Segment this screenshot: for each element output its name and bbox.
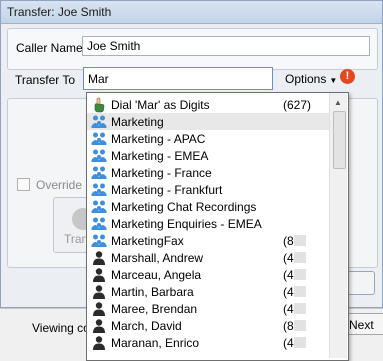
extension-text: (4 [283,302,294,316]
suggestion-extension: (4 [283,268,306,282]
suggestion-extension: (8 [283,234,306,248]
group-icon [91,165,107,181]
suggestion-name: Marketing - EMEA [111,149,209,163]
override-option[interactable]: Override [17,178,82,192]
redacted-digits [293,252,306,263]
suggestion-name: Martin, Barbara [111,285,194,299]
hand-pointer-icon [91,97,107,113]
suggestion-item[interactable]: Marketing - APAC [87,130,329,147]
group-icon [91,182,107,198]
suggestion-name: Marketing - Frankfurt [111,183,223,197]
transfer-button-label: Tran [64,232,89,246]
extension-text: (4 [283,285,294,299]
suggestion-extension: (8 [283,319,306,333]
caller-name-label: Caller Name [16,41,83,55]
suggestion-extension: (4 [283,336,306,350]
person-icon [91,250,107,266]
suggestion-name: Marshall, Andrew [111,251,204,265]
group-icon [91,148,107,164]
transfer-to-input[interactable] [83,67,273,90]
suggestion-name: Marketing - France [111,166,212,180]
suggestion-item[interactable]: Dial 'Mar' as Digits (627) [87,96,329,113]
suggestion-item[interactable]: Marketing Chat Recordings [87,198,329,215]
suggestion-name: Maree, Brendan [111,302,198,316]
scroll-thumb[interactable] [333,111,346,169]
suggestion-item[interactable]: Marketing Enquiries - EMEA [87,215,329,232]
suggestion-item[interactable]: Marketing - France [87,164,329,181]
person-icon [91,267,107,283]
redacted-digits [293,303,306,314]
suggestion-item[interactable]: Marceau, Angela (4 [87,266,329,283]
next-button[interactable]: Next [344,313,383,335]
suggestion-item[interactable]: Maranan, Enrico (4 [87,334,329,351]
person-icon [91,318,107,334]
options-label: Options [285,72,327,86]
suggestion-item[interactable]: Marketing [87,113,329,130]
suggestion-extension: (4 [283,251,306,265]
person-icon [91,284,107,300]
suggestion-item[interactable]: Martin, Barbara (4 [87,283,329,300]
group-icon [91,131,107,147]
suggestion-item[interactable]: March, David (8 [87,317,329,334]
window-title: Transfer: Joe Smith [7,5,112,19]
redacted-digits [293,286,306,297]
suggestion-item[interactable]: Marketing - EMEA [87,147,329,164]
caret-down-icon: ▼ [329,76,338,85]
suggestion-item[interactable]: Marketing - Frankfurt [87,181,329,198]
suggestion-extension: (4 [283,285,306,299]
person-icon [91,335,107,351]
suggestion-name: Marketing [111,115,164,129]
override-checkbox[interactable] [17,178,30,191]
redacted-digits [293,269,306,280]
caller-name-field[interactable] [82,36,370,56]
group-icon [91,233,107,249]
extension-text: (8 [283,319,294,333]
group-icon [91,199,107,215]
caller-panel: Caller Name [7,28,378,70]
extension-text: (4 [283,268,294,282]
suggestion-item[interactable]: MarketingFax (8 [87,232,329,249]
suggestion-extension: (4 [283,302,306,316]
redacted-digits [293,320,306,331]
title-bar: Transfer: Joe Smith [1,1,382,24]
extension-text: (4 [283,251,294,265]
suggestion-name: Marceau, Angela [111,268,202,282]
warning-icon[interactable]: ! [340,69,355,84]
redacted-digits [293,235,306,246]
transfer-suggestions-dropdown: Dial 'Mar' as Digits (627) Marketing Market… [86,92,349,361]
person-icon [91,301,107,317]
suggestion-name: Marketing - APAC [111,132,206,146]
override-label: Override [36,178,83,192]
group-icon [91,216,107,232]
suggestion-extension: (627) [283,98,311,112]
suggestion-name: Dial 'Mar' as Digits [111,98,210,112]
redacted-digits [293,337,306,348]
dialog-button[interactable] [345,271,375,295]
extension-text: (4 [283,336,294,350]
options-menu-button[interactable]: Options ▼ [285,72,337,86]
scroll-up-arrow-icon[interactable]: ▲ [334,98,342,107]
dropdown-scrollbar[interactable]: ▲ [329,93,347,358]
suggestion-name: MarketingFax [111,234,184,248]
suggestion-name: Marketing Enquiries - EMEA [111,217,262,231]
suggestion-item[interactable]: Maree, Brendan (4 [87,300,329,317]
next-label: Next [349,318,374,332]
group-icon [91,114,107,130]
suggestion-name: March, David [111,319,182,333]
transfer-to-label: Transfer To [15,73,76,87]
extension-text: (627) [283,98,312,112]
suggestion-name: Maranan, Enrico [111,336,200,350]
suggestion-name: Marketing Chat Recordings [111,200,257,214]
suggestion-item[interactable]: Marshall, Andrew (4 [87,249,329,266]
extension-text: (8 [283,234,294,248]
viewing-text: Viewing co [32,321,90,335]
